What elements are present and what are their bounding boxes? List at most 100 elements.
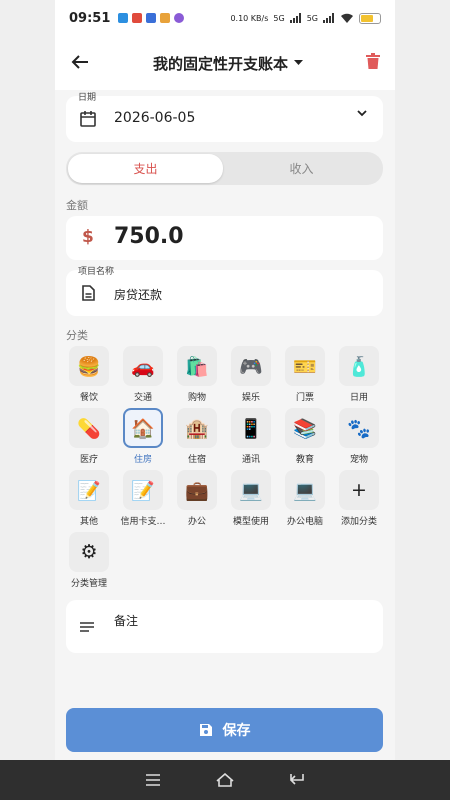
net-speed: 0.10 KB/s [230,13,269,23]
amount-field[interactable]: $ 750.0 [66,216,383,260]
back-button[interactable] [55,51,105,76]
category-name: 住宿 [187,455,206,465]
notification-icon [160,13,171,23]
notification-icon [174,13,185,23]
category-item[interactable]: ⚙ 分类管理 [62,532,116,589]
document-icon [82,285,95,301]
category-icon: 🎫 [285,346,325,386]
category-name: 其他 [79,517,98,527]
category-icon: 💻 [285,470,325,510]
notes-icon [80,622,94,632]
category-name: 娱乐 [241,393,260,403]
category-icon: 🍔 [69,346,109,386]
category-name: 宠物 [349,455,368,465]
category-icon: 🏨 [177,408,217,448]
category-name: 住房 [133,455,152,465]
category-icon: 📝 [69,470,109,510]
category-name: 添加分类 [340,517,377,527]
category-name: 通讯 [241,455,260,465]
item-name-value: 房贷还款 [114,288,163,302]
category-item[interactable]: 💻 模型使用 [224,470,278,527]
signal-label: 5G [273,13,285,23]
category-item[interactable]: 🧴 日用 [332,346,386,403]
category-icon: 💼 [177,470,217,510]
category-name: 办公 [187,517,206,527]
category-icon: ⚙ [69,532,109,572]
category-item[interactable]: 📝 信用卡支… [116,470,170,527]
category-item[interactable]: 🐾 宠物 [332,408,386,465]
category-item[interactable]: 🍔 餐饮 [62,346,116,403]
app-bar: 我的固定性开支账本 [55,36,395,90]
category-item[interactable]: 🏠 住房 [116,408,170,465]
category-icon: 📚 [285,408,325,448]
amount-value: 750.0 [114,224,184,249]
system-nav-bar [0,760,450,800]
calendar-icon [80,111,96,127]
amount-label: 金额 [66,199,88,212]
tab-expense[interactable]: 支出 [68,154,223,183]
category-name: 教育 [295,455,314,465]
category-item[interactable]: 🚗 交通 [116,346,170,403]
category-item[interactable]: 📱 通讯 [224,408,278,465]
category-name: 模型使用 [232,517,269,527]
ledger-selector[interactable]: 我的固定性开支账本 [105,53,351,74]
category-icon: 💊 [69,408,109,448]
trash-icon [366,53,380,69]
note-field[interactable]: 备注 [66,600,383,653]
category-icon: 📝 [123,470,163,510]
notification-icon [118,13,129,23]
category-icon: 🏠 [123,408,163,448]
category-item[interactable]: 🏨 住宿 [170,408,224,465]
category-icon: + [339,470,379,510]
category-item[interactable]: 💻 办公电脑 [278,470,332,527]
category-name: 交通 [133,393,152,403]
category-icon: 🐾 [339,408,379,448]
category-icon: 🛍️ [177,346,217,386]
category-label: 分类 [66,329,88,342]
home-icon[interactable] [216,773,234,787]
category-icon: 🎮 [231,346,271,386]
back-nav-icon[interactable] [289,773,305,787]
notification-icon [132,13,143,23]
note-placeholder: 备注 [114,614,139,628]
battery-icon [359,12,381,24]
signal-icon [323,13,334,23]
chevron-down-icon [357,110,367,117]
arrow-left-icon [71,54,88,69]
wifi-icon [341,13,353,23]
item-name-label: 项目名称 [78,267,115,277]
category-name: 日用 [349,393,368,403]
category-item[interactable]: 🛍️ 购物 [170,346,224,403]
date-value: 2026-06-05 [114,110,196,126]
delete-button[interactable] [351,53,395,73]
date-field[interactable]: 日期 2026-06-05 [66,93,383,142]
tab-income[interactable]: 收入 [224,154,379,183]
category-name: 医疗 [79,455,98,465]
type-toggle: 支出 收入 [66,152,383,185]
category-name: 餐饮 [79,393,98,403]
category-item[interactable]: 🎮 娱乐 [224,346,278,403]
signal-label: 5G [306,13,318,23]
status-bar: 09:51 0.10 KB/s 5G 5G [55,0,395,36]
dollar-icon: $ [82,227,94,247]
signal-icon [289,13,301,23]
category-icon: 💻 [231,470,271,510]
category-name: 办公电脑 [286,517,323,527]
save-icon [199,724,212,736]
category-item[interactable]: 💊 医疗 [62,408,116,465]
category-icon: 📱 [231,408,271,448]
category-name: 分类管理 [70,579,107,589]
category-item[interactable]: 🎫 门票 [278,346,332,403]
category-item[interactable]: 📝 其他 [62,470,116,527]
category-item[interactable]: 📚 教育 [278,408,332,465]
item-name-field[interactable]: 项目名称 房贷还款 [66,267,383,316]
category-name: 信用卡支… [120,517,166,527]
caret-down-icon [294,60,303,65]
status-right: 0.10 KB/s 5G 5G [230,12,381,24]
category-icon: 🧴 [339,346,379,386]
category-item[interactable]: + 添加分类 [332,470,386,527]
menu-icon[interactable] [145,774,161,786]
save-button[interactable]: 保存 [66,708,383,752]
category-name: 门票 [295,393,314,403]
category-item[interactable]: 💼 办公 [170,470,224,527]
